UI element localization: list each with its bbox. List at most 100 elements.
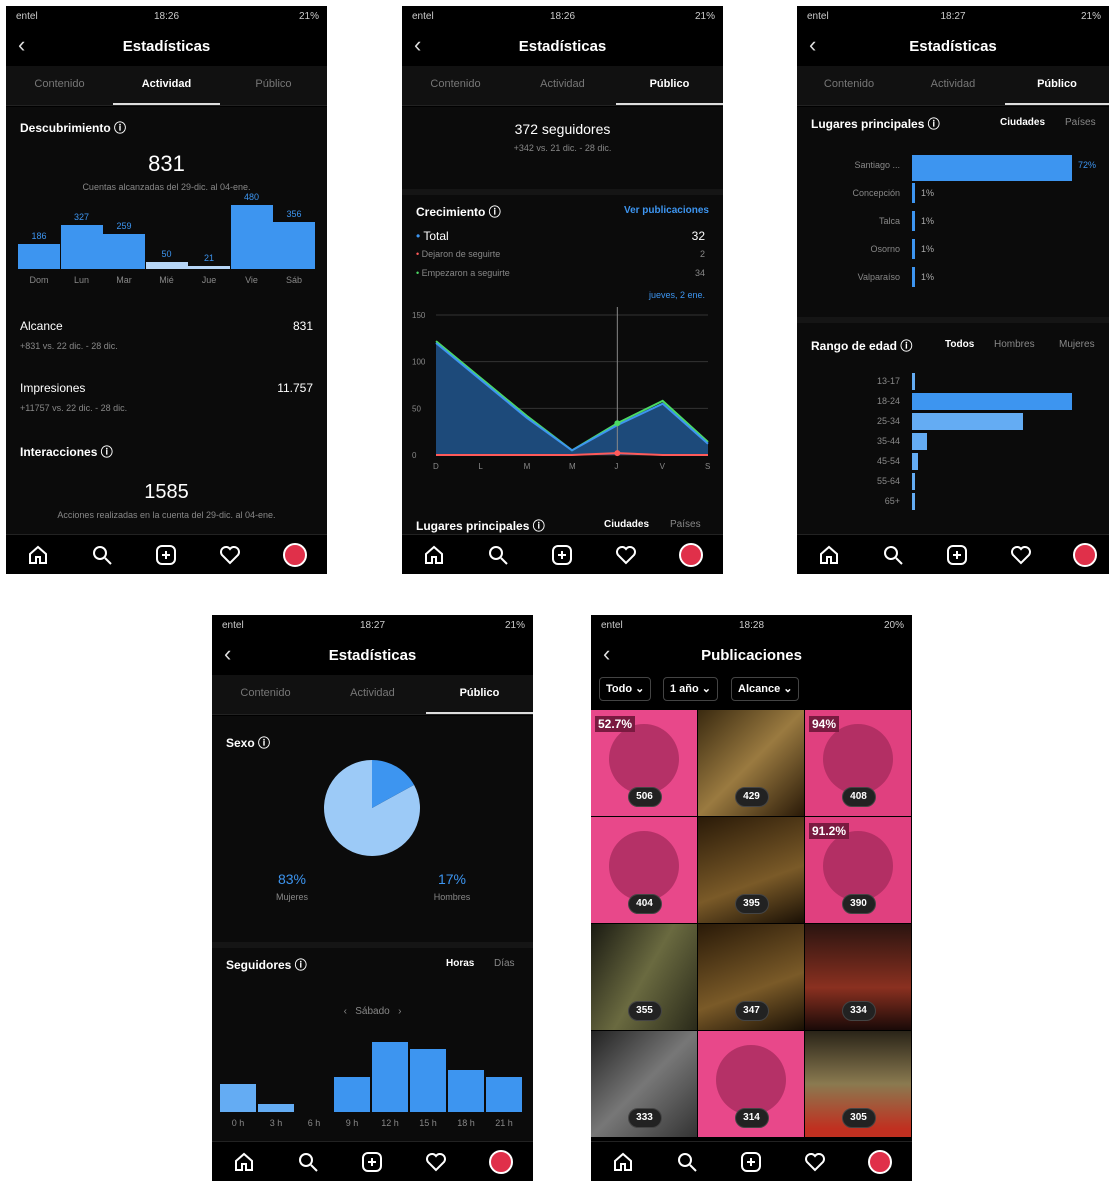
city-label: Santiago ...: [854, 160, 900, 170]
add-post-icon[interactable]: [550, 543, 574, 567]
search-icon[interactable]: [296, 1150, 320, 1174]
profile-avatar[interactable]: [679, 543, 703, 567]
page-title: Estadísticas: [909, 38, 997, 55]
search-icon[interactable]: [881, 543, 905, 567]
post-tile[interactable]: 355: [591, 924, 697, 1030]
tab-publico[interactable]: Público: [220, 78, 327, 90]
followers-count: 372 seguidores: [514, 121, 611, 137]
chevron-down-icon: ⌄: [783, 683, 793, 695]
city-label: Valparaíso: [857, 272, 900, 282]
profile-avatar[interactable]: [283, 543, 307, 567]
tab-publico[interactable]: Público: [426, 687, 533, 699]
cities-toggle[interactable]: Ciudades: [604, 519, 649, 530]
post-tile[interactable]: 395: [698, 817, 804, 923]
info-icon[interactable]: ⓘ: [900, 339, 912, 353]
info-icon[interactable]: ⓘ: [295, 958, 307, 972]
profile-avatar[interactable]: [1073, 543, 1097, 567]
search-icon[interactable]: [90, 543, 114, 567]
age-bar: [912, 473, 916, 490]
tab-actividad[interactable]: Actividad: [319, 687, 426, 699]
add-post-icon[interactable]: [739, 1150, 763, 1174]
info-icon[interactable]: ⓘ: [114, 121, 126, 135]
hours-chart: 0 h 3 h 6 h 9 h 12 h 15 h 18 h 21 h: [220, 1036, 525, 1140]
post-tile[interactable]: 404: [591, 817, 697, 923]
page-title: Estadísticas: [328, 647, 417, 664]
tab-publico[interactable]: Público: [1005, 78, 1109, 90]
see-posts-link[interactable]: Ver publicaciones: [624, 205, 709, 216]
filter-year[interactable]: 1 año ⌄: [663, 677, 719, 701]
heart-icon[interactable]: [1009, 543, 1033, 567]
tab-bar: Contenido Actividad Público: [797, 66, 1109, 106]
total-row: • Total: [416, 229, 449, 243]
city-pct: 72%: [1078, 160, 1097, 170]
age-mujeres-toggle[interactable]: Mujeres: [1059, 339, 1095, 350]
tab-contenido[interactable]: Contenido: [6, 78, 113, 90]
heart-icon[interactable]: [803, 1150, 827, 1174]
profile-avatar[interactable]: [868, 1150, 892, 1174]
unfollow-point: [614, 450, 621, 457]
post-tile[interactable]: 314: [698, 1031, 804, 1137]
heart-icon[interactable]: [424, 1150, 448, 1174]
tab-bar: Contenido Actividad Público: [212, 675, 533, 715]
post-tile[interactable]: 305: [805, 1031, 911, 1137]
post-tile[interactable]: 333: [591, 1031, 697, 1137]
hour-bar: [410, 1048, 446, 1112]
countries-toggle[interactable]: Países: [1065, 117, 1096, 128]
info-icon[interactable]: ⓘ: [258, 736, 270, 750]
activity-content: Descubrimiento ⓘ 831 Cuentas alcanzadas …: [6, 107, 327, 534]
chevron-right-icon[interactable]: ›: [398, 1006, 401, 1017]
day-label: Sáb: [285, 275, 302, 285]
home-icon[interactable]: [26, 543, 50, 567]
countries-toggle[interactable]: Países: [670, 519, 701, 530]
days-toggle[interactable]: Días: [494, 958, 515, 969]
age-hombres-toggle[interactable]: Hombres: [994, 339, 1035, 350]
tab-contenido[interactable]: Contenido: [402, 78, 509, 90]
chevron-left-icon[interactable]: ‹: [344, 1006, 347, 1017]
heart-icon[interactable]: [218, 543, 242, 567]
status-bar: entel 18:26 21%: [402, 6, 723, 30]
tab-actividad[interactable]: Actividad: [113, 78, 220, 90]
profile-avatar[interactable]: [489, 1150, 513, 1174]
post-reach-count: 395: [734, 894, 769, 914]
post-badge: 94%: [809, 716, 840, 732]
age-title: Rango de edad ⓘ: [811, 339, 913, 353]
post-graphic: [609, 724, 679, 794]
day-bar: [145, 262, 188, 269]
tab-actividad[interactable]: Actividad: [901, 78, 1005, 90]
hours-toggle[interactable]: Horas: [446, 958, 474, 969]
info-icon[interactable]: ⓘ: [101, 445, 113, 459]
alcance-sub: +831 vs. 22 dic. - 28 dic.: [20, 341, 118, 351]
add-post-icon[interactable]: [360, 1150, 384, 1174]
age-todos-toggle[interactable]: Todos: [945, 339, 974, 350]
add-post-icon[interactable]: [945, 543, 969, 567]
day-bar-value: 50: [161, 249, 172, 260]
tab-contenido[interactable]: Contenido: [212, 687, 319, 699]
home-icon[interactable]: [611, 1150, 635, 1174]
tab-contenido[interactable]: Contenido: [797, 78, 901, 90]
search-icon[interactable]: [675, 1150, 699, 1174]
day-bar: [18, 244, 60, 269]
info-icon[interactable]: ⓘ: [533, 519, 545, 533]
post-tile[interactable]: 347: [698, 924, 804, 1030]
post-tile[interactable]: 429: [698, 710, 804, 816]
hour-bar: [448, 1070, 484, 1112]
hour-label: 9 h: [345, 1118, 359, 1128]
search-icon[interactable]: [486, 543, 510, 567]
age-label: 65+: [884, 496, 900, 506]
home-icon[interactable]: [817, 543, 841, 567]
info-icon[interactable]: ⓘ: [928, 117, 940, 131]
filter-all[interactable]: Todo ⌄: [599, 677, 652, 701]
tab-publico[interactable]: Público: [616, 78, 723, 90]
info-icon[interactable]: ⓘ: [489, 205, 501, 219]
heart-icon[interactable]: [614, 543, 638, 567]
cities-toggle[interactable]: Ciudades: [1000, 117, 1045, 128]
post-tile[interactable]: 334: [805, 924, 911, 1030]
post-reach-count: 334: [841, 1001, 876, 1021]
home-icon[interactable]: [422, 543, 446, 567]
filter-metric[interactable]: Alcance ⌄: [731, 677, 800, 701]
day-label: Jue: [201, 275, 217, 285]
home-icon[interactable]: [232, 1150, 256, 1174]
tab-actividad[interactable]: Actividad: [509, 78, 616, 90]
add-post-icon[interactable]: [154, 543, 178, 567]
header: ‹ Publicaciones: [591, 639, 912, 673]
